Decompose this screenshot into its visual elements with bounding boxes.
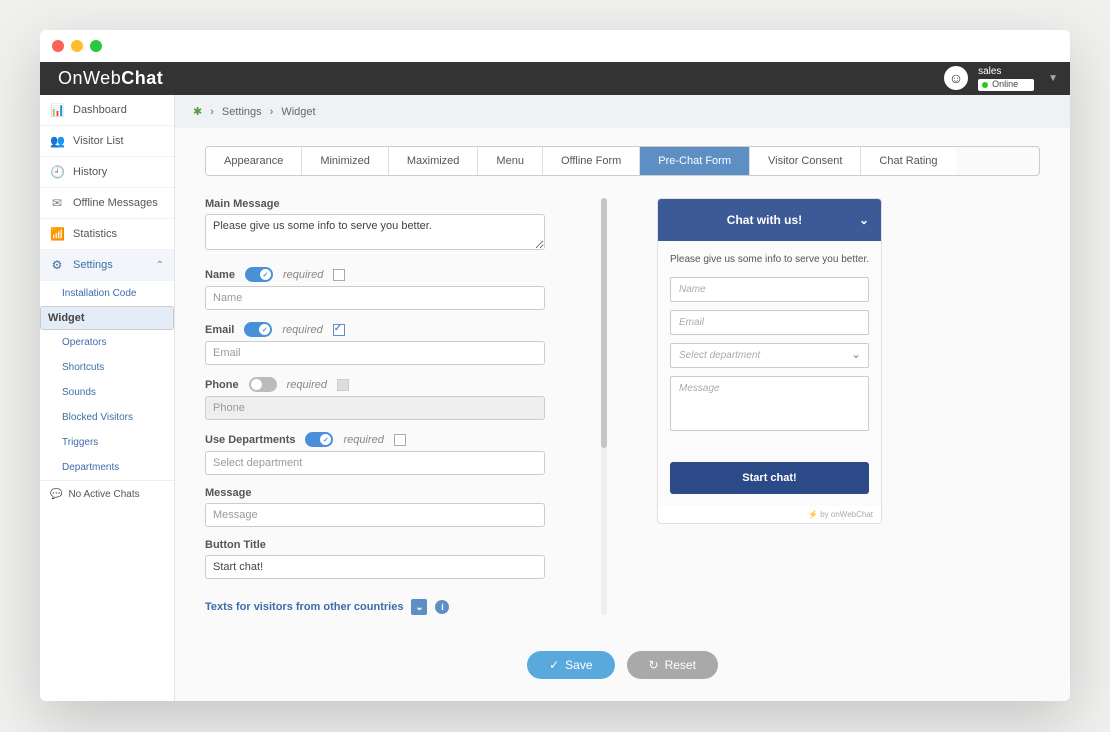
preview-dept-select[interactable] [670,343,869,368]
logo: OnWebChat [58,68,163,89]
phone-label: Phone required [205,377,545,392]
sidebar: 📊Dashboard 👥Visitor List 🕘History ✉Offli… [40,95,175,701]
preview-message: Please give us some info to serve you be… [670,253,869,267]
save-button[interactable]: ✓Save [527,651,614,679]
phone-required-checkbox[interactable] [337,379,349,391]
preview-message-input[interactable] [670,376,869,431]
email-input[interactable] [205,341,545,365]
undo-icon: ↻ [649,658,659,672]
app-window: OnWebChat ☺ sales Online ▼ 📊Dashboard 👥V… [40,30,1070,701]
widget-preview: Chat with us! ⌄ Please give us some info… [657,198,882,524]
sidebar-item-settings[interactable]: ⚙Settings⌃ [40,250,174,281]
preview-start-button[interactable]: Start chat! [670,462,869,494]
dept-input[interactable] [205,451,545,475]
button-title-label: Button Title [205,539,545,551]
dept-label: Use Departments ✓ required [205,432,545,447]
other-countries-link[interactable]: Texts for visitors from other countries … [205,599,545,615]
sidebar-item-statistics[interactable]: 📶Statistics [40,219,174,250]
avatar-icon: ☺ [944,66,968,90]
minimize-window-icon[interactable] [71,40,83,52]
tab-visitor-consent[interactable]: Visitor Consent [750,147,861,175]
tabs: Appearance Minimized Maximized Menu Offl… [205,146,1040,176]
chevron-down-icon: ⌄ [859,213,869,227]
tab-maximized[interactable]: Maximized [389,147,479,175]
sidebar-item-history[interactable]: 🕘History [40,157,174,188]
preview-name-input[interactable] [670,277,869,302]
main-panel: ✱ › Settings › Widget Appearance Minimiz… [175,95,1070,701]
preview-header[interactable]: Chat with us! ⌄ [658,199,881,241]
dept-required-checkbox[interactable] [394,434,406,446]
name-toggle[interactable]: ✓ [245,267,273,282]
sidebar-item-dashboard[interactable]: 📊Dashboard [40,95,174,126]
email-toggle[interactable]: ✓ [244,322,272,337]
user-name: sales [978,66,1034,77]
sub-shortcuts[interactable]: Shortcuts [40,355,174,380]
tab-appearance[interactable]: Appearance [206,147,302,175]
gear-icon: ✱ [193,105,202,118]
chat-icon: 💬 [50,489,62,500]
caret-down-icon: ▼ [1048,73,1058,84]
header-bar: OnWebChat ☺ sales Online ▼ [40,62,1070,95]
preview-email-input[interactable] [670,310,869,335]
chevron-down-icon: ⌄ [411,599,427,615]
check-icon: ✓ [549,658,559,672]
maximize-window-icon[interactable] [90,40,102,52]
sidebar-footer: 💬No Active Chats [40,480,174,508]
message-label: Message [205,487,545,499]
bolt-icon: ⚡ [808,510,818,519]
sub-sounds[interactable]: Sounds [40,380,174,405]
sidebar-submenu: Installation Code Widget Operators Short… [40,281,174,480]
dept-toggle[interactable]: ✓ [305,432,333,447]
sub-blocked-visitors[interactable]: Blocked Visitors [40,405,174,430]
sidebar-item-offline-messages[interactable]: ✉Offline Messages [40,188,174,219]
main-message-input[interactable]: Please give us some info to serve you be… [205,214,545,250]
info-icon[interactable]: i [435,600,449,614]
phone-input [205,396,545,420]
message-input[interactable] [205,503,545,527]
window-controls [40,30,1070,62]
sub-installation-code[interactable]: Installation Code [40,281,174,306]
close-window-icon[interactable] [52,40,64,52]
tab-offline-form[interactable]: Offline Form [543,147,640,175]
name-label: Name ✓ required [205,267,545,282]
sub-operators[interactable]: Operators [40,330,174,355]
tab-pre-chat-form[interactable]: Pre-Chat Form [640,147,750,175]
sidebar-item-visitor-list[interactable]: 👥Visitor List [40,126,174,157]
tab-chat-rating[interactable]: Chat Rating [861,147,955,175]
scrollbar[interactable] [601,198,607,615]
main-message-label: Main Message [205,198,545,210]
email-required-checkbox[interactable] [333,324,345,336]
chevron-up-icon: ⌃ [156,260,164,271]
button-title-input[interactable] [205,555,545,579]
status-dot-icon [982,82,988,88]
sub-widget[interactable]: Widget [40,306,174,330]
email-label: Email ✓ required [205,322,545,337]
phone-toggle[interactable] [249,377,277,392]
form-column: Main Message Please give us some info to… [205,198,545,615]
breadcrumb: ✱ › Settings › Widget [175,95,1070,128]
name-input[interactable] [205,286,545,310]
tab-menu[interactable]: Menu [478,147,543,175]
sub-triggers[interactable]: Triggers [40,430,174,455]
tab-minimized[interactable]: Minimized [302,147,389,175]
name-required-checkbox[interactable] [333,269,345,281]
user-menu[interactable]: ☺ sales Online ▼ [944,66,1058,91]
action-row: ✓Save ↻Reset [175,633,1070,701]
status-pill[interactable]: Online [978,79,1034,91]
reset-button[interactable]: ↻Reset [627,651,718,679]
sub-departments[interactable]: Departments [40,455,174,480]
preview-footer: ⚡ by onWebChat [658,506,881,523]
